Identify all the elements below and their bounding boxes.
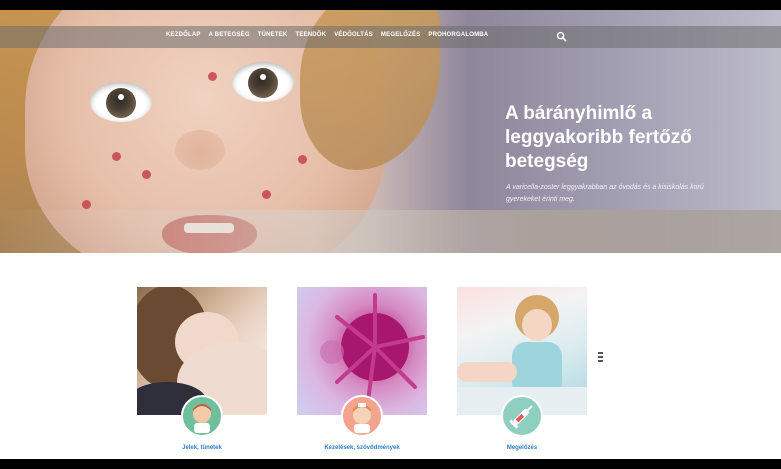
search-icon[interactable] [556,31,567,42]
card-symptoms[interactable]: Jelek, tünetek [137,287,267,457]
glint [260,74,266,80]
nurse-icon [341,395,383,437]
hero-subtitle: A varicella-zoster leggyakrabban az óvod… [506,184,704,203]
nav-item-vaccination[interactable]: Védőoltás [334,32,373,38]
doctor-illustration [193,404,211,433]
main-navigation: Kezdőlap A betegség Tünetek Teendők Védő… [0,26,781,48]
pox-spot [142,170,151,179]
iris [106,88,136,118]
card-label[interactable]: Megelőzés [457,445,587,451]
topic-cards: Jelek, tünetek Kezelések, szövődmények M… [0,287,781,459]
pox-spot [112,152,121,161]
pox-spot [262,190,271,199]
card-treatment[interactable]: Kezelések, szövődmények [297,287,427,457]
nav-item-symptoms[interactable]: Tünetek [258,32,288,38]
hero-title: A bárányhimlő a leggyakoribb fertőző bet… [505,103,692,172]
hero-eye-right [232,62,294,102]
nav-item-disease[interactable]: A betegség [209,32,250,38]
web-page: Kezdőlap A betegség Tünetek Teendők Védő… [0,10,781,459]
nav-item-prevention[interactable]: Megelőzés [381,32,420,38]
hero-nose [175,130,225,170]
card-prevention[interactable]: Megelőzés [457,287,587,457]
card-label[interactable]: Jelek, tünetek [137,445,267,451]
glint [118,94,124,100]
scroll-indicator-icon[interactable] [598,352,603,364]
pox-spot [82,200,91,209]
hero-background-bedding [0,210,781,253]
nav-item-home[interactable]: Kezdőlap [166,32,201,38]
syringe-icon [501,395,543,437]
nav-item-more[interactable]: Prohorgalomba [428,32,488,38]
nav-item-todo[interactable]: Teendők [295,32,326,38]
syringe-illustration [509,405,533,429]
nurse-illustration [353,403,371,433]
card-label[interactable]: Kezelések, szövődmények [297,445,427,451]
hero-eye-left [90,82,152,122]
pox-spot [298,155,307,164]
pox-spot [208,72,217,81]
doctor-icon [181,395,223,437]
iris [248,68,278,98]
hero-banner: Kezdőlap A betegség Tünetek Teendők Védő… [0,10,781,253]
